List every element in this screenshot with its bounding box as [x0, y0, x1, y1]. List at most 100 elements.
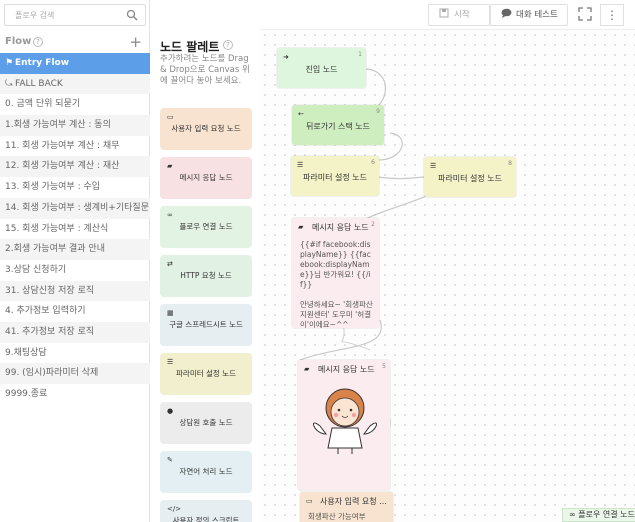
flow-search-input[interactable]: [5, 5, 123, 25]
palette-card[interactable]: ▭ 사용자 입력 요청 노드: [160, 108, 252, 150]
flow-item[interactable]: 12. 회생 가능여부 계산 : 재산: [0, 156, 150, 178]
node-title: 파라미터 설정 노드: [438, 174, 502, 183]
flag-icon: ⚑: [5, 58, 14, 68]
flow-item[interactable]: 9999.종료: [0, 384, 150, 405]
flow-item[interactable]: ⚑ Entry Flow: [0, 53, 150, 74]
flow-item[interactable]: 15. 회생 가능여부 : 계산식: [0, 219, 150, 240]
flow-item-label: 14. 회생 가능여부 : 생계비+기타질문: [5, 202, 149, 213]
palette-card[interactable]: </> 사용자 정의 스크립트: [160, 500, 252, 522]
message-node-2[interactable]: ▰ 5 메시지 응답 노드: [298, 360, 390, 490]
parameter-node-2[interactable]: ☰ 8 파라미터 설정 노드: [424, 157, 516, 197]
flow-list: ⚑ Entry Flow ⤿ FALL BACK 0. 금액 단위 되묻기 1.회생 가능…: [0, 53, 150, 405]
palette-card-label: 구글 스프레드시트 노드: [169, 320, 243, 329]
flow-item[interactable]: 3.상담 신청하기: [0, 260, 150, 281]
more-options-button[interactable]: ⋮: [600, 4, 624, 26]
flow-item[interactable]: 11. 회생 가능여부 계산 : 채무: [0, 136, 150, 157]
flow-item[interactable]: 1.회생 가능여부 계산 : 동의: [0, 115, 150, 136]
node-title: 뒤로가기 스택 노드: [306, 122, 370, 131]
chat-test-button[interactable]: 대화 테스트: [490, 4, 568, 26]
palette-card-label: 상담원 호출 노드: [179, 418, 233, 427]
help-icon[interactable]: ?: [223, 40, 233, 50]
node-title: 사용자 입력 요청 ...: [320, 497, 387, 506]
flow-item-label: 9.채팅상담: [5, 347, 47, 358]
flow-search-box[interactable]: [4, 4, 146, 26]
node-type-icon: ✎: [167, 456, 173, 464]
flow-item[interactable]: 9.채팅상담: [0, 343, 150, 364]
flow-item[interactable]: 99. (임시)파라미터 삭제: [0, 363, 150, 384]
node-type-icon: ▰: [167, 162, 173, 170]
palette-card-label: 사용자 입력 요청 노드: [171, 124, 241, 133]
palette-card[interactable]: ● 상담원 호출 노드: [160, 402, 252, 444]
node-title: 진입 노드: [305, 65, 338, 74]
palette-card-label: 플로우 연결 노드: [179, 222, 233, 231]
palette-card-label: 자연어 처리 노드: [179, 467, 233, 476]
add-flow-button[interactable]: +: [129, 33, 142, 51]
search-icon[interactable]: [126, 9, 138, 21]
angel-mascot-image: [312, 388, 378, 454]
flow-item[interactable]: 2.회생 가능여부 결과 안내: [0, 239, 150, 260]
node-number: 9: [376, 108, 380, 115]
node-type-icon: ☰: [167, 358, 174, 366]
node-number: 1: [358, 51, 362, 58]
palette-card-label: 사용자 정의 스크립트: [172, 516, 240, 522]
node-number: 8: [508, 160, 512, 167]
flow-item[interactable]: 31. 상담신청 저장 로직: [0, 280, 150, 302]
save-icon: [439, 6, 449, 26]
parameter-node[interactable]: ☰ 6 파라미터 설정 노드: [291, 156, 379, 196]
entry-node[interactable]: ➜ 1 진입 노드: [277, 48, 366, 88]
fallback-icon: ⤿: [5, 78, 13, 89]
flow-canvas[interactable]: ➜ 1 진입 노드 ← 9 뒤로가기 스택 노드 ☰ 6 파라미터 설정 노드 …: [260, 30, 635, 522]
node-type-icon: ▦: [167, 309, 174, 317]
flow-item[interactable]: 0. 금액 단위 되묻기: [0, 94, 150, 115]
back-stack-node[interactable]: ← 9 뒤로가기 스택 노드: [292, 105, 384, 145]
list-icon: ☰: [430, 162, 437, 170]
flow-header: Flow ? +: [0, 33, 150, 52]
palette-card[interactable]: ✎ 자연어 처리 노드: [160, 451, 252, 493]
flow-item-label: 13. 회생 가능여부 : 수입: [5, 182, 101, 193]
flow-item[interactable]: 4. 추가정보 입력하기: [0, 301, 150, 322]
flow-item[interactable]: ⤿ FALL BACK: [0, 73, 150, 95]
chat-bubble-icon: [501, 6, 512, 26]
palette-title: 노드 팔레트: [160, 40, 220, 54]
badge-label: 플로우 연결 노드: [578, 510, 635, 519]
flow-sidebar: Flow ? + ⚑Entry Flow⤿FALL BACK0. 금액 단위 되…: [0, 0, 150, 522]
link-icon: ∞: [569, 510, 579, 519]
flow-item[interactable]: 14. 회생 가능여부 : 생계비+기타질문: [0, 197, 150, 219]
flow-item[interactable]: 41. 추가정보 저장 로직: [0, 321, 150, 343]
palette-card[interactable]: ☰ 파라미터 설정 노드: [160, 353, 252, 395]
list-icon: ☰: [297, 161, 304, 169]
palette-card[interactable]: ▦ 구글 스프레드시트 노드: [160, 304, 252, 346]
node-title: 메시지 응답 노드: [318, 365, 375, 374]
palette-card[interactable]: ∞ 플로우 연결 노드: [160, 206, 252, 248]
flow-item-label: 11. 회생 가능여부 계산 : 채무: [5, 140, 120, 151]
node-number: 6: [371, 159, 375, 166]
node-title: 파라미터 설정 노드: [303, 173, 367, 182]
palette-card-label: 파라미터 설정 노드: [176, 369, 236, 378]
palette-description: 추가하려는 노드를 Drag & Drop으로 Canvas 위에 끌어다 놓아…: [160, 54, 250, 86]
flow-item-label: 4. 추가정보 입력하기: [5, 306, 86, 317]
message-node[interactable]: ▰ 2 메시지 응답 노드 {{#if facebook:displayName…: [292, 218, 379, 329]
flow-item-label: 41. 추가정보 저장 로직: [5, 326, 95, 337]
chat-test-label: 대화 테스트: [516, 10, 558, 20]
node-type-icon: ⇄: [167, 260, 173, 268]
fullscreen-icon[interactable]: [578, 7, 592, 21]
user-input-node[interactable]: ▭ 사용자 입력 요청 ... 회생파산 가능여부: [300, 492, 393, 522]
start-button[interactable]: 시작: [428, 4, 490, 26]
node-title: 메시지 응답 노드: [312, 223, 369, 232]
start-label: 시작: [454, 10, 470, 20]
flow-item-label: 12. 회생 가능여부 계산 : 재산: [5, 161, 120, 172]
flow-item-label: Entry Flow: [15, 58, 70, 68]
flow-title: Flow: [5, 36, 32, 47]
palette-card-label: HTTP 요청 노드: [180, 271, 232, 280]
flow-item-label: 9999.종료: [5, 389, 48, 399]
node-type-icon: ∞: [167, 211, 173, 219]
flow-item[interactable]: 13. 회생 가능여부 : 수입: [0, 177, 150, 198]
node-type-icon: </>: [167, 505, 182, 513]
palette-card[interactable]: ▰ 메시지 응답 노드: [160, 157, 252, 199]
flow-item-label: 15. 회생 가능여부 : 계산식: [5, 223, 109, 234]
palette-card[interactable]: ⇄ HTTP 요청 노드: [160, 255, 252, 297]
flow-item-label: FALL BACK: [15, 78, 63, 89]
flow-link-node-badge[interactable]: ∞ 플로우 연결 노드: [562, 508, 635, 522]
canvas-toolbar: 시작 대화 테스트 ⋮: [260, 0, 635, 30]
help-icon[interactable]: ?: [33, 37, 43, 47]
